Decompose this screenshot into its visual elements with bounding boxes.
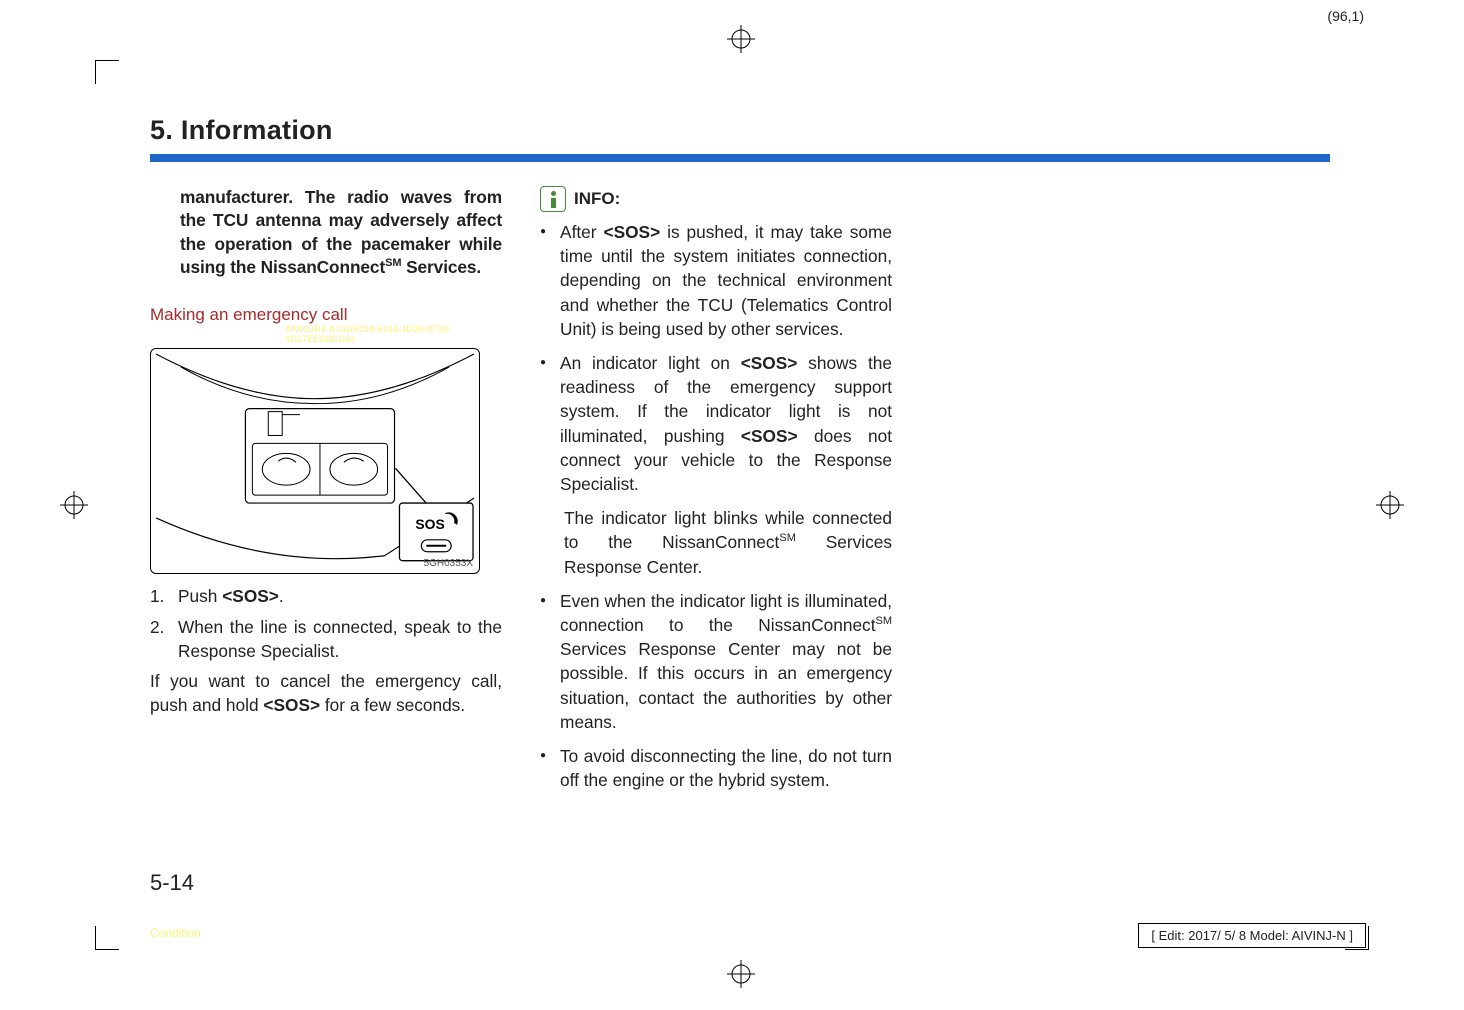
- step-2-number: 2.: [150, 615, 178, 663]
- figure-overhead-console: SOS 5GH0353X: [150, 348, 480, 574]
- info-heading: INFO:: [540, 186, 892, 212]
- condition-label: Condition:: [150, 926, 204, 940]
- cancel-sos: <SOS>: [263, 695, 320, 715]
- column-3: [930, 186, 1282, 802]
- b4-text: To avoid disconnecting the line, do not …: [560, 744, 892, 792]
- page-number: 5-14: [150, 870, 194, 896]
- crop-corner-bl-icon: [95, 926, 119, 950]
- step-2-text: When the line is connected, speak to the…: [178, 615, 502, 663]
- b2-a: An indicator light on: [560, 353, 741, 373]
- warning-sup: SM: [385, 257, 401, 269]
- info-bullet-2-continuation: The indicator light blinks while connect…: [564, 506, 892, 579]
- registration-mark-bottom-icon: [727, 960, 755, 988]
- b2-sos2: <SOS>: [741, 426, 798, 446]
- page-coord-label: (96,1): [1327, 8, 1364, 24]
- step-1: 1. Push <SOS>.: [150, 584, 502, 608]
- cancel-instruction: If you want to cancel the emergency call…: [150, 669, 502, 717]
- column-1: manufacturer. The radio waves from the T…: [150, 186, 502, 802]
- info-bullet-3: Even when the indicator light is illumin…: [540, 589, 892, 734]
- info-bullet-4: To avoid disconnecting the line, do not …: [540, 744, 892, 792]
- warning-continuation: manufacturer. The radio waves from the T…: [150, 186, 502, 279]
- b1-a: After: [560, 222, 603, 242]
- registration-mark-top-icon: [727, 25, 755, 53]
- b3-sup: SM: [876, 615, 893, 627]
- b3-b: Services Response Center may not be poss…: [560, 639, 892, 732]
- b2-cont-sup: SM: [779, 533, 796, 545]
- b3-a: Even when the indicator light is illumin…: [560, 591, 892, 635]
- info-icon: [540, 186, 566, 212]
- registration-mark-right-icon: [1376, 491, 1404, 519]
- guid-label: AIVINJN1-A74O9108-5244-4D39-8759-9D27EED…: [285, 324, 502, 344]
- figure-reference-label: 5GH0353X: [424, 558, 473, 569]
- info-bullet-2: An indicator light on <SOS> shows the re…: [540, 351, 892, 496]
- b1-sos: <SOS>: [603, 222, 660, 242]
- subheading-emergency-call: Making an emergency call: [150, 305, 502, 325]
- chapter-divider: [150, 154, 1330, 162]
- sos-label-in-figure: SOS: [415, 516, 444, 532]
- warning-text-b: Services.: [401, 257, 481, 277]
- info-label: INFO:: [574, 189, 620, 209]
- step-1-sos: <SOS>: [222, 586, 279, 606]
- step-1-text-b: .: [279, 586, 284, 606]
- crop-corner-tl-icon: [95, 60, 119, 84]
- registration-mark-left-icon: [60, 491, 88, 519]
- edit-model-box: [ Edit: 2017/ 5/ 8 Model: AIVINJ-N ]: [1138, 923, 1366, 948]
- b2-sos1: <SOS>: [741, 353, 798, 373]
- chapter-title: 5. Information: [150, 115, 1330, 146]
- cancel-text-b: for a few seconds.: [320, 695, 465, 715]
- step-2: 2. When the line is connected, speak to …: [150, 615, 502, 663]
- step-1-text-a: Push: [178, 586, 222, 606]
- step-1-number: 1.: [150, 584, 178, 608]
- info-bullet-1: After <SOS> is pushed, it may take some …: [540, 220, 892, 341]
- column-2: INFO: After <SOS> is pushed, it may take…: [540, 186, 892, 802]
